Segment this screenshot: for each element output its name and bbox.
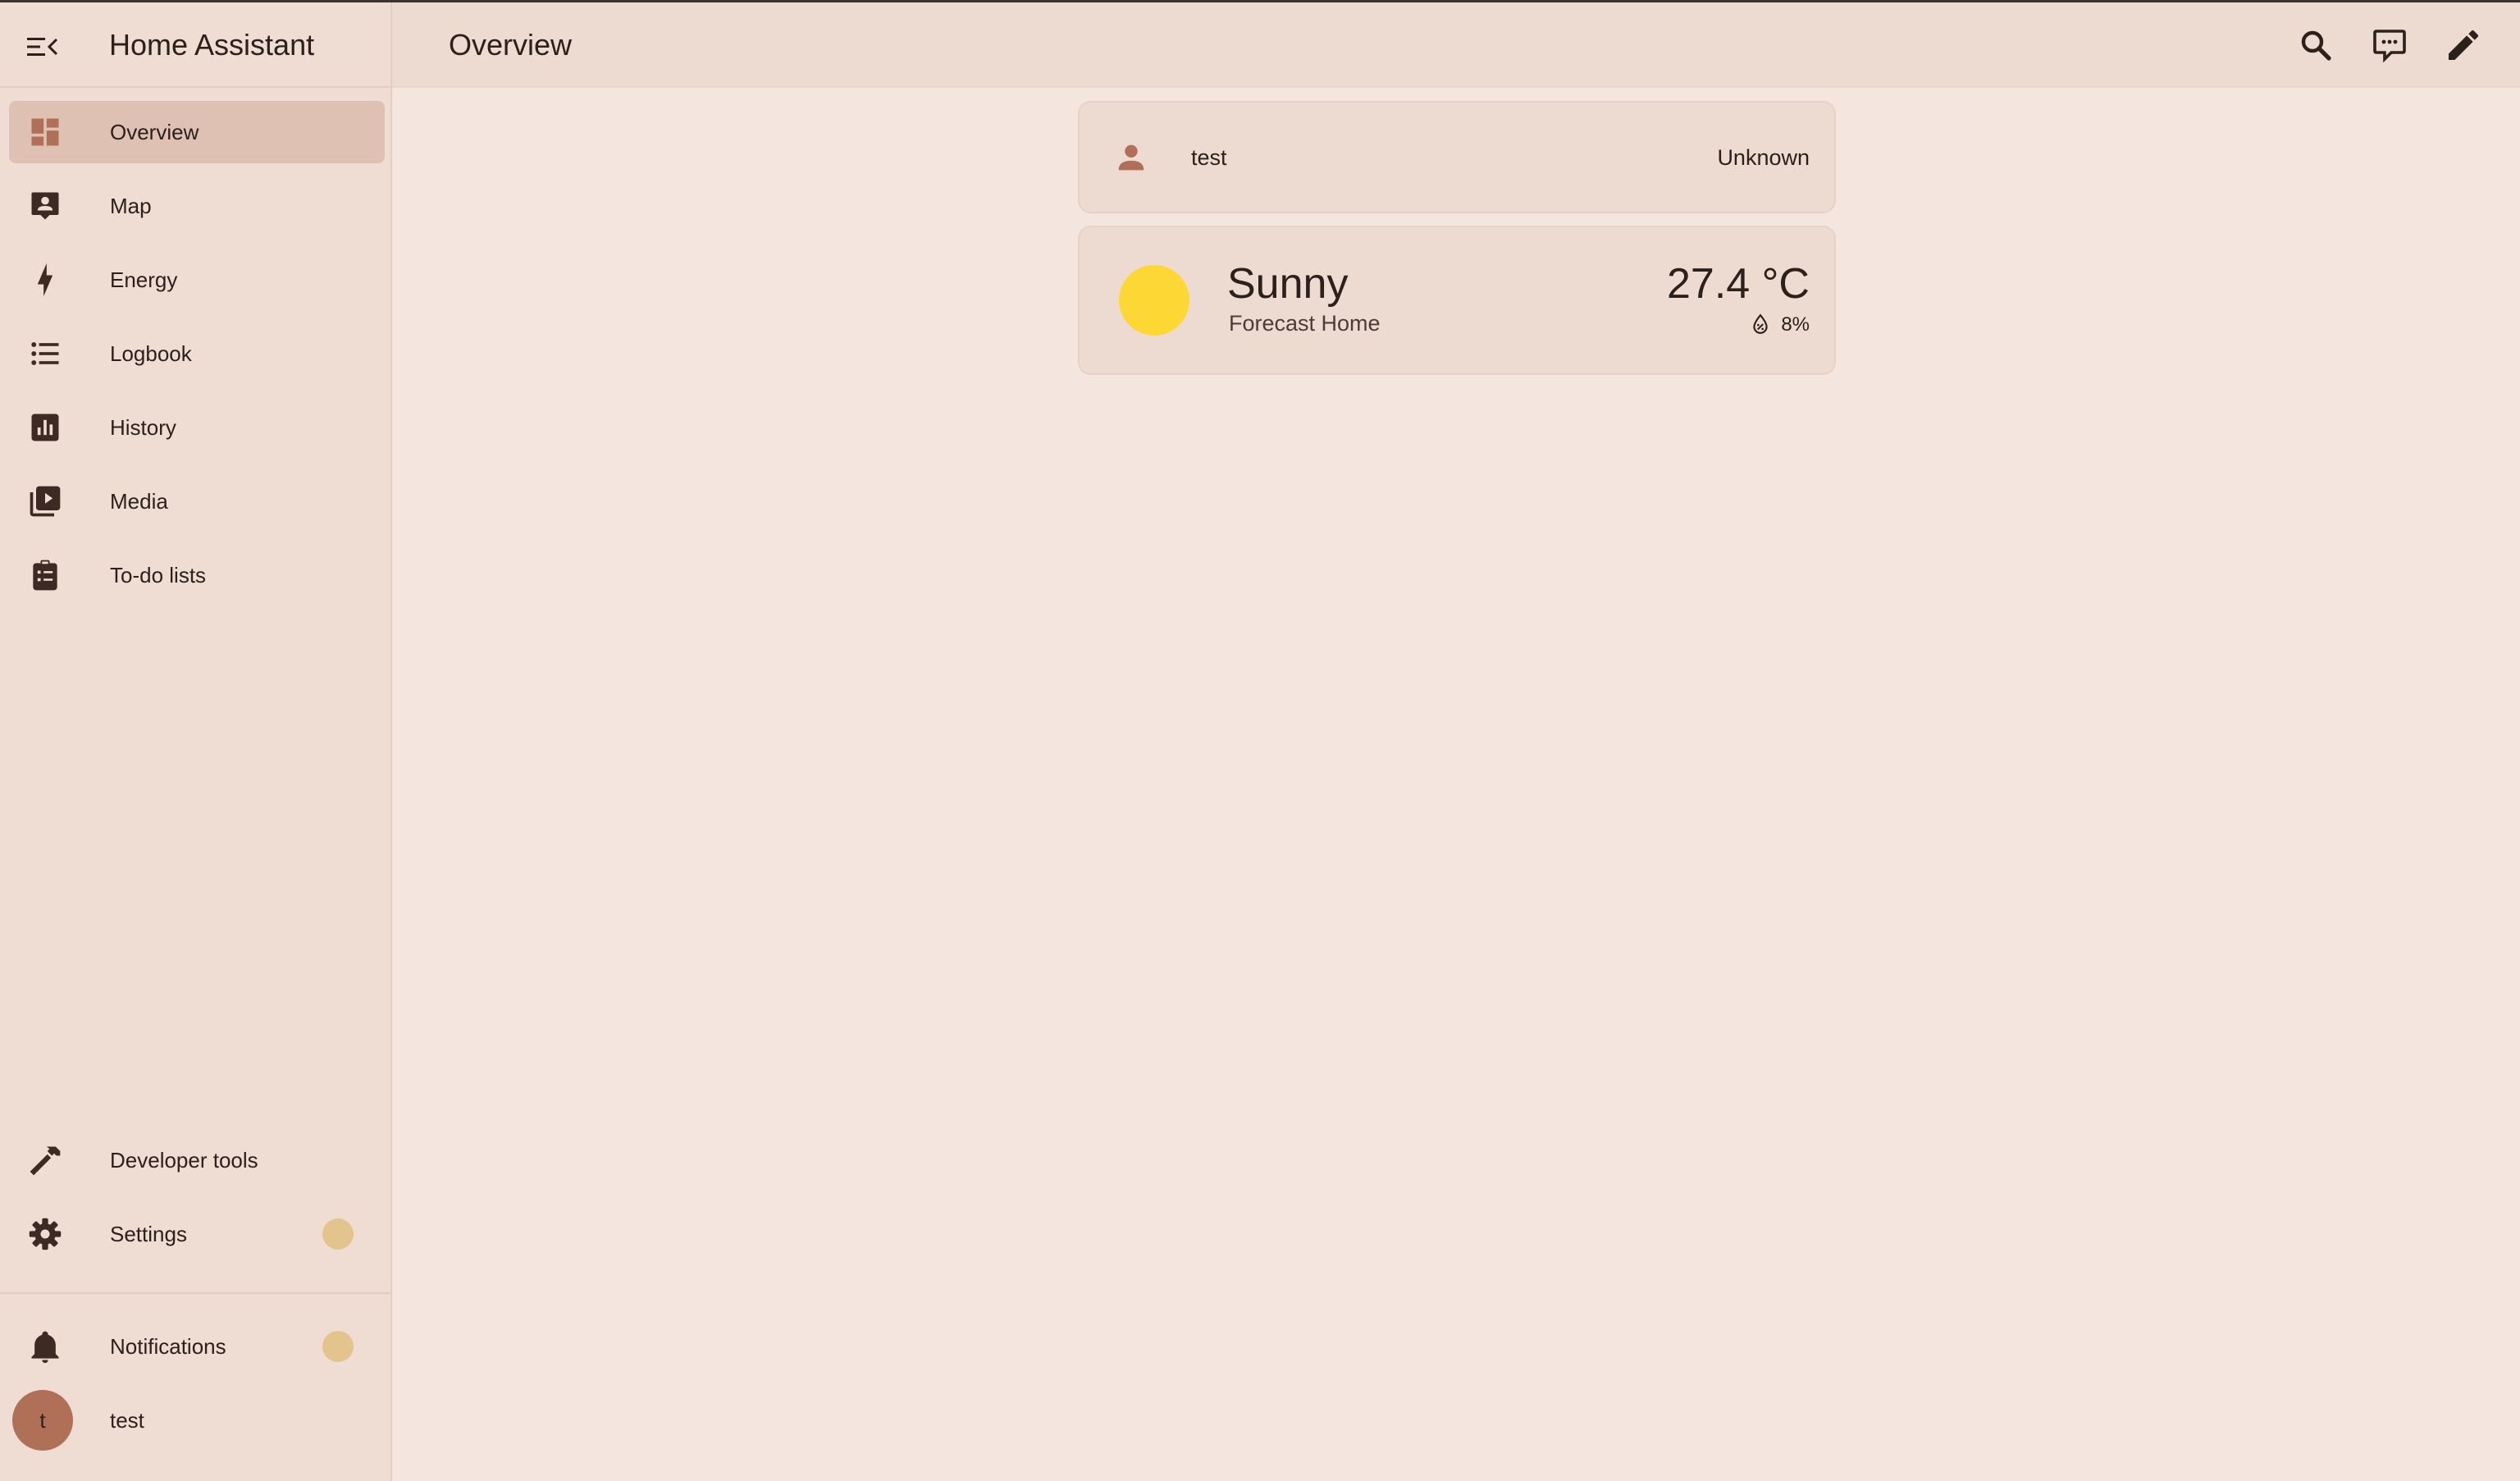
sidebar-item-label: Map bbox=[110, 194, 152, 218]
sidebar-item-label: Logbook bbox=[110, 341, 192, 366]
sun-icon bbox=[1119, 265, 1189, 336]
dashboard-icon bbox=[27, 114, 63, 150]
sidebar-item-label: Media bbox=[110, 489, 168, 514]
sidebar-item-label: Overview bbox=[110, 120, 199, 144]
assist-button[interactable] bbox=[2370, 25, 2409, 65]
sidebar-item-label: To-do lists bbox=[110, 563, 207, 587]
window-top-border bbox=[0, 0, 2520, 2]
entity-name: test bbox=[1191, 145, 1227, 170]
edit-dashboard-button[interactable] bbox=[2444, 25, 2483, 65]
sidebar-item-notifications[interactable]: Notifications bbox=[9, 1315, 385, 1378]
map-account-icon bbox=[27, 188, 63, 224]
avatar[interactable]: t bbox=[12, 1390, 73, 1451]
search-icon bbox=[2301, 30, 2331, 61]
sidebar-item-label: Energy bbox=[110, 267, 178, 292]
precipitation-value: 8% bbox=[1781, 313, 1810, 336]
sidebar: Home Assistant Overview Map Energy Logbo… bbox=[0, 0, 392, 1481]
clipboard-list-icon bbox=[27, 557, 63, 593]
user-name[interactable]: test bbox=[110, 1407, 144, 1433]
weather-precipitation: 8% bbox=[1750, 311, 1810, 339]
sidebar-item-overview[interactable]: Overview bbox=[9, 101, 385, 163]
app-title: Home Assistant bbox=[109, 28, 315, 62]
weather-forecast-card[interactable]: Sunny Forecast Home 27.4 °C 8% bbox=[1078, 226, 1836, 375]
sidebar-item-energy[interactable]: Energy bbox=[9, 249, 385, 311]
cog-icon bbox=[27, 1216, 63, 1252]
sidebar-item-logbook[interactable]: Logbook bbox=[9, 322, 385, 385]
page-title: Overview bbox=[449, 28, 573, 62]
sidebar-header: Home Assistant bbox=[0, 2, 390, 88]
menu-toggle-button[interactable] bbox=[25, 32, 61, 62]
chart-box-icon bbox=[27, 409, 63, 446]
play-box-multiple-icon bbox=[27, 483, 63, 519]
bell-icon bbox=[27, 1328, 63, 1364]
sidebar-item-todo-lists[interactable]: To-do lists bbox=[9, 544, 385, 606]
settings-badge bbox=[322, 1218, 354, 1250]
sidebar-divider bbox=[0, 1292, 390, 1294]
sidebar-item-map[interactable]: Map bbox=[9, 175, 385, 237]
pencil-icon bbox=[2449, 30, 2479, 60]
comment-processing-icon bbox=[2373, 30, 2406, 63]
account-icon bbox=[1112, 139, 1150, 176]
sidebar-item-label: Developer tools bbox=[110, 1148, 258, 1172]
top-bar: Overview bbox=[392, 2, 2520, 88]
sidebar-item-history[interactable]: History bbox=[9, 396, 385, 459]
sidebar-item-label: History bbox=[110, 415, 176, 440]
sidebar-item-media[interactable]: Media bbox=[9, 470, 385, 533]
weather-temperature: 27.4 °C bbox=[1666, 260, 1810, 308]
search-button[interactable] bbox=[2296, 25, 2335, 65]
entity-card[interactable]: test Unknown bbox=[1078, 101, 1836, 213]
weather-entity-name: Forecast Home bbox=[1229, 311, 1381, 336]
format-list-bulleted-icon bbox=[27, 336, 63, 372]
sidebar-item-label: Settings bbox=[110, 1222, 187, 1246]
lightning-bolt-icon bbox=[27, 262, 63, 298]
menu-collapse-icon bbox=[27, 38, 58, 56]
entity-state: Unknown bbox=[1717, 145, 1810, 170]
sidebar-item-settings[interactable]: Settings bbox=[9, 1203, 385, 1265]
hammer-icon bbox=[27, 1142, 63, 1178]
notifications-badge bbox=[322, 1331, 354, 1362]
sidebar-item-developer-tools[interactable]: Developer tools bbox=[9, 1129, 385, 1191]
sidebar-item-label: Notifications bbox=[110, 1334, 226, 1359]
weather-condition: Sunny bbox=[1227, 260, 1349, 308]
water-percent-icon bbox=[1753, 313, 1768, 334]
